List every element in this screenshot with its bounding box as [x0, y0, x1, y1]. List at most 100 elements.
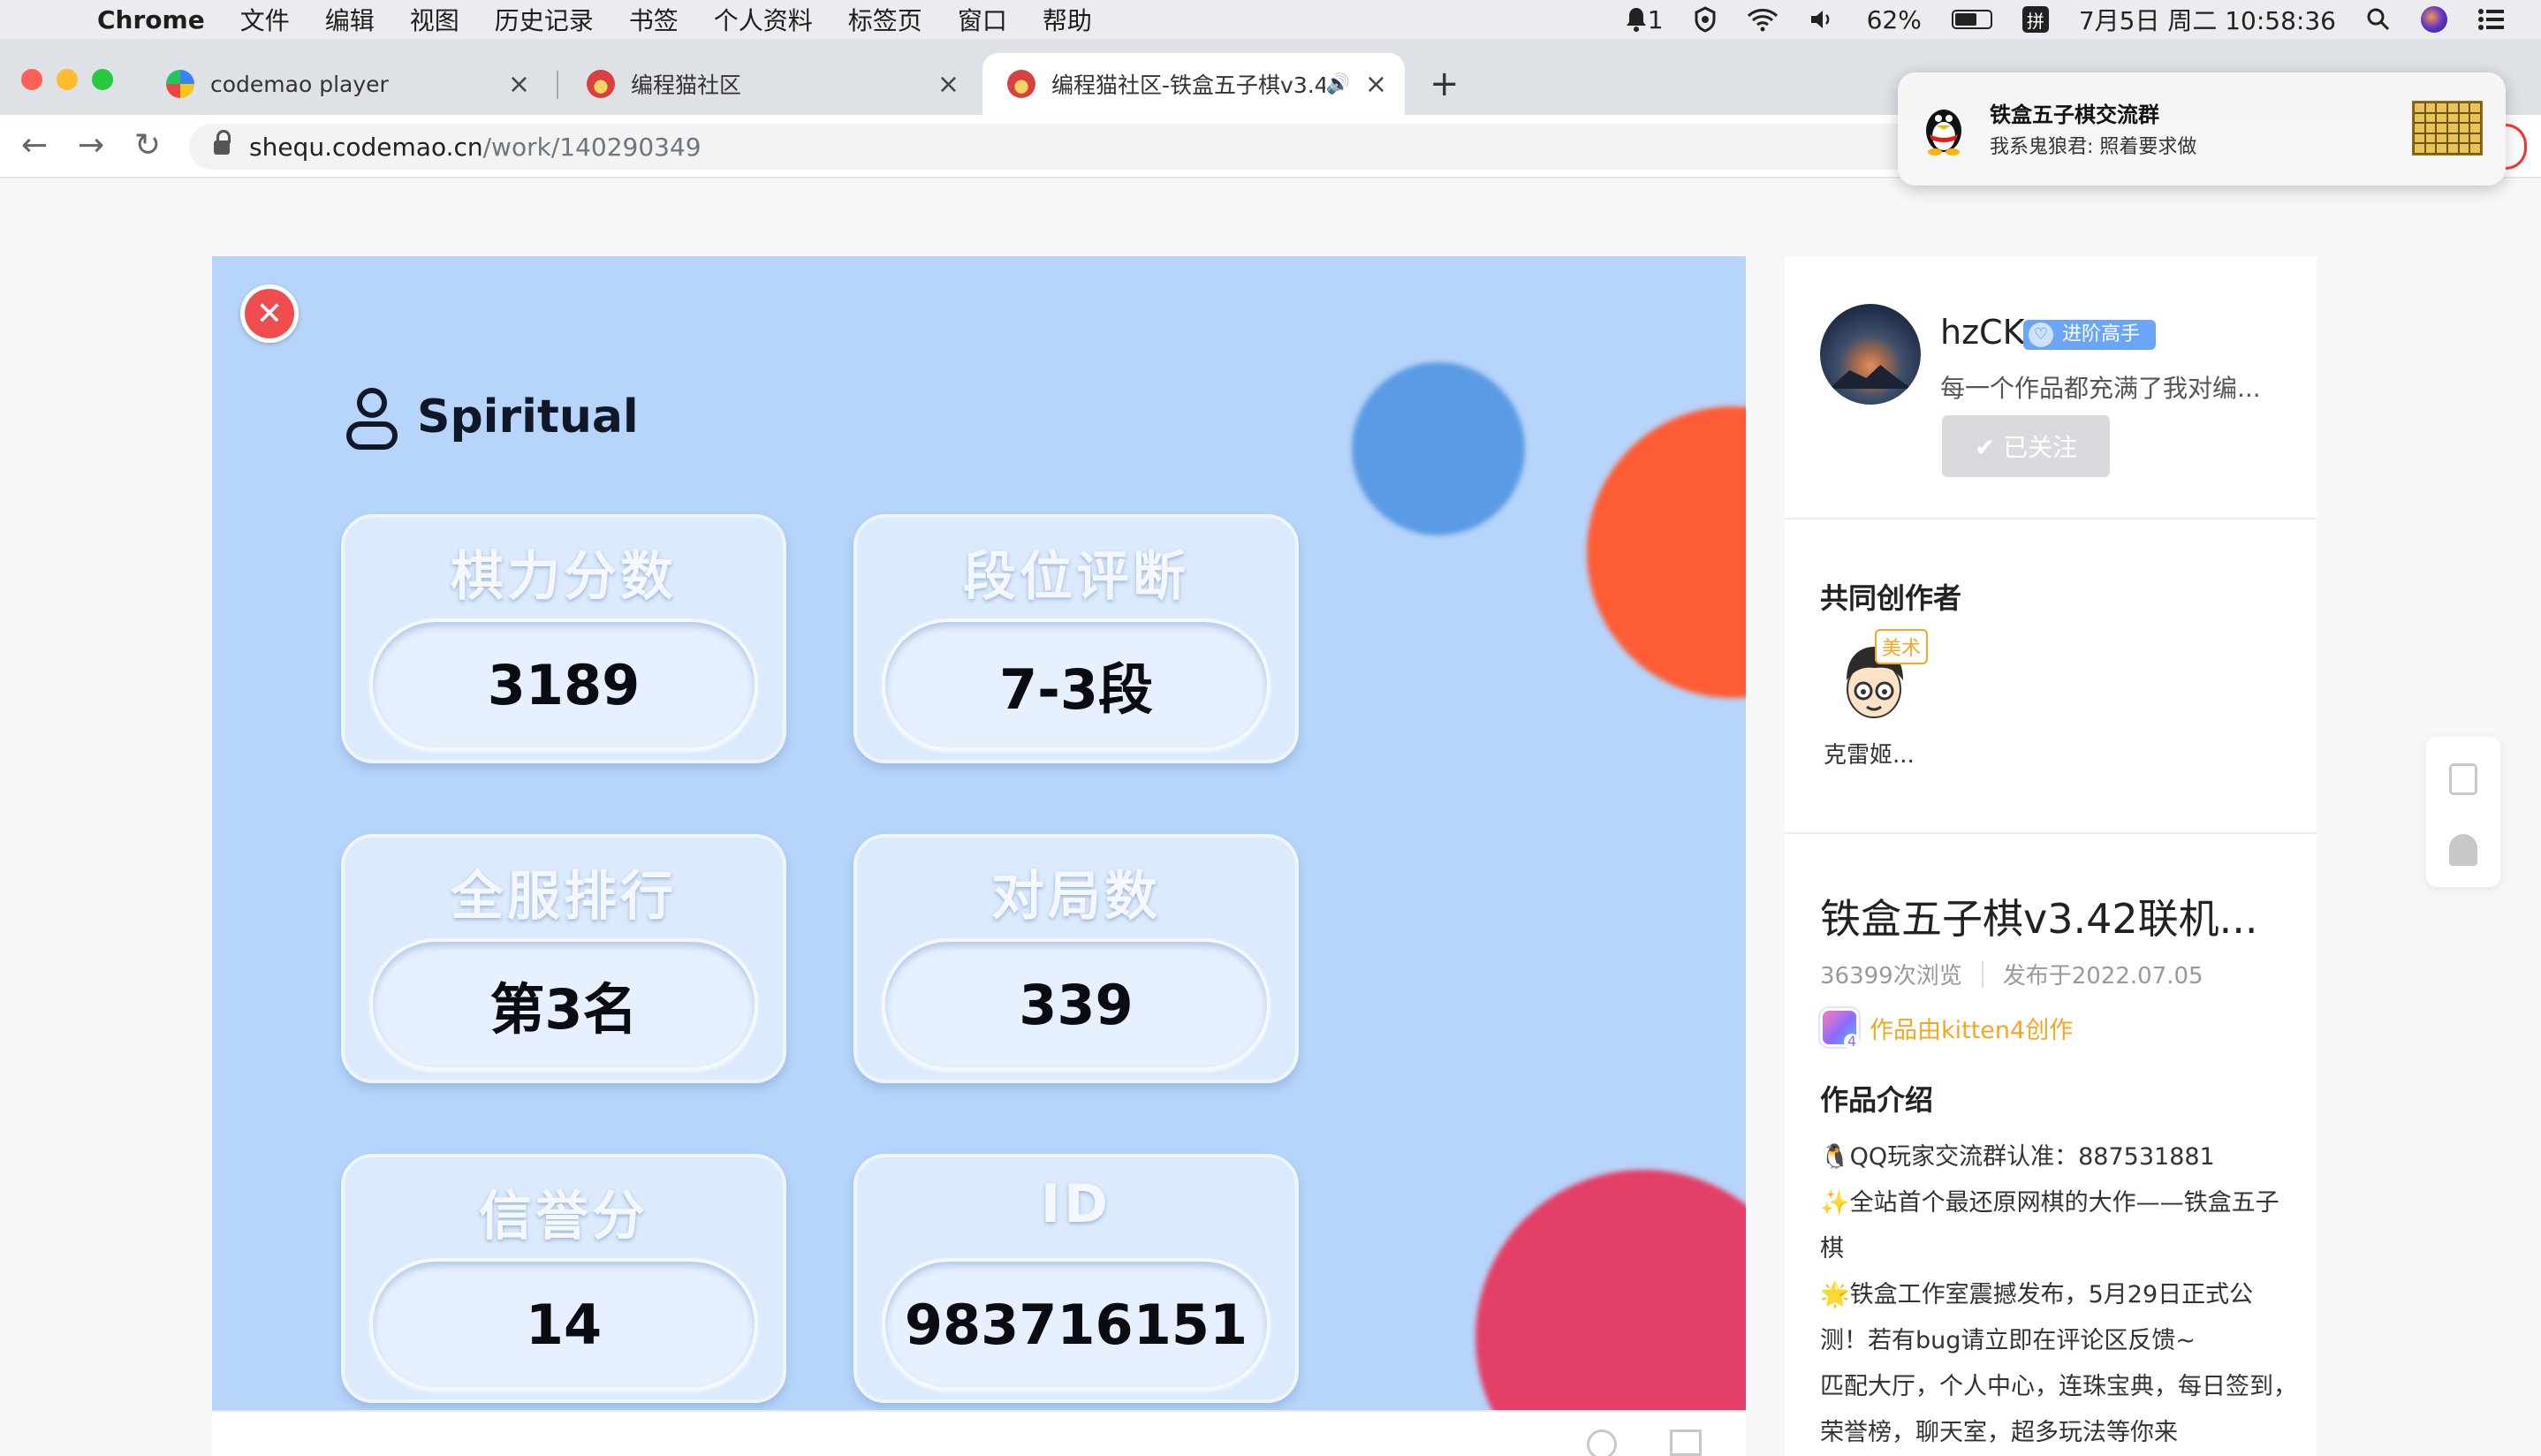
menu-bar: Chrome 文件 编辑 视图 历史记录 书签 个人资料 标签页 窗口 帮助 1… [0, 0, 2541, 39]
intro-line: ✨全站首个最还原网棋的大作——铁盒五子棋 [1820, 1189, 2279, 1263]
shield-icon[interactable] [1694, 6, 1717, 33]
coauthors-title: 共同创作者 [1820, 581, 1962, 615]
menu-window[interactable]: 窗口 [958, 2, 1007, 37]
new-tab-button[interactable]: + [1430, 64, 1460, 104]
tab-separator [557, 71, 558, 99]
tab-title: codemao player [210, 71, 389, 97]
tab-title: 编程猫社区-铁盒五子棋v3.4 [1051, 72, 1325, 98]
battery-percent: 62% [1866, 4, 1922, 34]
menu-help[interactable]: 帮助 [1043, 2, 1092, 37]
url-path: /work/140290349 [482, 132, 702, 162]
restart-icon[interactable] [1587, 1429, 1617, 1456]
tab-close-icon[interactable]: × [937, 69, 960, 100]
codemao-player-favicon [166, 70, 194, 98]
game-close-button[interactable]: ✕ [240, 284, 299, 343]
coauthor-name[interactable]: 克雷姬... [1824, 737, 1915, 770]
stat-card-server-rank: 全服排行 第3名 [341, 834, 786, 1083]
player-toolbar [212, 1410, 1746, 1456]
notification-body: 我系鬼狼君: 照着要求做 [1990, 136, 2197, 158]
status-area: 1 62% 拼 7月5日 周二 10:58:36 [1625, 0, 2506, 39]
intro-line: 🌟铁盒工作室震撼发布，5月29日正式公测！若有bug请立即在评论区反馈~ [1820, 1281, 2254, 1354]
control-center-icon[interactable] [2477, 8, 2506, 31]
notification-title: 铁盒五子棋交流群 [1990, 102, 2159, 127]
intro-text: 🐧QQ玩家交流群认准：887531881 ✨全站首个最还原网棋的大作——铁盒五子… [1820, 1134, 2297, 1456]
stat-label: 段位评断 [963, 546, 1189, 608]
coauthors-card: 共同创作者 美术 克雷姬... [1785, 519, 2317, 832]
creator-text: 作品由kitten4创作 [1870, 1016, 2074, 1044]
stat-label: 全服排行 [451, 866, 677, 928]
url-text[interactable]: shequ.codemao.cn/work/140290349 [249, 133, 702, 162]
user-icon [346, 388, 398, 450]
window-close-button[interactable] [21, 69, 42, 90]
stat-value: 3189 [487, 652, 641, 717]
window-zoom-button[interactable] [92, 69, 113, 90]
player-name: Spiritual [417, 391, 639, 444]
wifi-icon[interactable] [1747, 7, 1779, 32]
reload-button[interactable]: ↻ [134, 127, 161, 163]
menu-edit[interactable]: 编辑 [325, 2, 375, 37]
author-bio: 每一个作品都充满了我对编... [1940, 374, 2261, 403]
input-method-icon[interactable]: 拼 [2021, 6, 2049, 33]
intro-line: 🐧QQ玩家交流群认准：887531881 [1820, 1143, 2215, 1171]
gomoku-board-thumbnail [2412, 101, 2483, 155]
work-info-card: 铁盒五子棋v3.42联机... 36399次浏览 发布于2022.07.05 作… [1785, 834, 2317, 1456]
battery-icon[interactable] [1951, 10, 1992, 29]
menu-tab[interactable]: 标签页 [848, 2, 922, 37]
stat-value-box: 第3名 [369, 938, 758, 1071]
tab-work-page[interactable]: 编程猫社区-铁盒五子棋v3.4 🔊 × [982, 53, 1405, 115]
stat-card-id: ID 983716151 [853, 1154, 1299, 1403]
stat-label: 对局数 [991, 866, 1161, 928]
tab-codemao-community[interactable]: 编程猫社区 × [562, 53, 968, 115]
siri-icon[interactable] [2421, 6, 2447, 33]
stat-value-box: 14 [369, 1258, 758, 1391]
forward-button[interactable]: → [78, 127, 104, 163]
volume-icon[interactable] [1809, 7, 1837, 32]
qq-notification[interactable]: 铁盒五子棋交流群 我系鬼狼君: 照着要求做 [1898, 72, 2506, 186]
follow-button[interactable]: ✔ 已关注 [1942, 415, 2110, 477]
fullscreen-icon[interactable] [1670, 1429, 1702, 1456]
decor-blue-circle [1352, 362, 1525, 535]
url-host: shequ.codemao.cn [249, 132, 483, 162]
author-card: hzCK 进阶高手 每一个作品都充满了我对编... ✔ 已关注 [1785, 256, 2317, 518]
spotlight-search-icon[interactable] [2366, 7, 2391, 32]
menu-view[interactable]: 视图 [410, 2, 459, 37]
tab-close-icon[interactable]: × [1365, 69, 1387, 100]
meta-separator [1981, 960, 1983, 988]
menu-file[interactable]: 文件 [240, 2, 290, 37]
menubar-clock[interactable]: 7月5日 周二 10:58:36 [2079, 2, 2336, 37]
kitten-icon [1820, 1008, 1860, 1050]
stat-value: 7-3段 [998, 657, 1153, 722]
menu-profile[interactable]: 个人资料 [714, 2, 813, 37]
battery-fill [1954, 13, 1976, 26]
lock-icon[interactable] [214, 130, 231, 156]
stat-card-credit: 信誉分 14 [341, 1154, 786, 1403]
tab-audio-icon[interactable]: 🔊 [1326, 73, 1350, 95]
tab-title: 编程猫社区 [631, 72, 742, 98]
intro-title: 作品介绍 [1820, 1083, 1934, 1117]
menu-app-name[interactable]: Chrome [97, 5, 205, 34]
decor-orange-circle [1587, 406, 1746, 698]
author-name[interactable]: hzCK [1940, 313, 2024, 352]
qq-penguin-icon [1926, 110, 1961, 155]
author-avatar[interactable] [1820, 304, 1921, 405]
game-stage[interactable]: ✕ Spiritual 棋力分数 3189 段位评断 7-3段 全服排行 第3名… [212, 256, 1746, 1410]
mobile-view-icon[interactable] [2449, 763, 2477, 795]
menu-bookmarks[interactable]: 书签 [629, 2, 679, 37]
menu-history[interactable]: 历史记录 [495, 2, 594, 37]
stat-label: ID [1040, 1173, 1112, 1235]
notification-count: 1 [1647, 4, 1664, 34]
stat-value: 14 [525, 1292, 603, 1357]
tab-close-icon[interactable]: × [508, 69, 530, 100]
floating-tools [2426, 737, 2500, 887]
bell-icon[interactable]: 1 [1625, 5, 1664, 34]
stat-value-box: 339 [882, 938, 1270, 1071]
notification-bell-icon[interactable] [2449, 834, 2477, 866]
creator-tool[interactable]: 作品由kitten4创作 [1820, 1007, 2074, 1050]
back-button[interactable]: ← [21, 127, 48, 163]
tab-codemao-player[interactable]: codemao player × [141, 53, 548, 115]
stat-card-rank-level: 段位评断 7-3段 [853, 514, 1299, 763]
stat-card-games-played: 对局数 339 [853, 834, 1299, 1083]
window-minimize-button[interactable] [57, 69, 78, 90]
author-level-badge: 进阶高手 [2023, 320, 2157, 350]
codemao-favicon [1007, 70, 1035, 98]
